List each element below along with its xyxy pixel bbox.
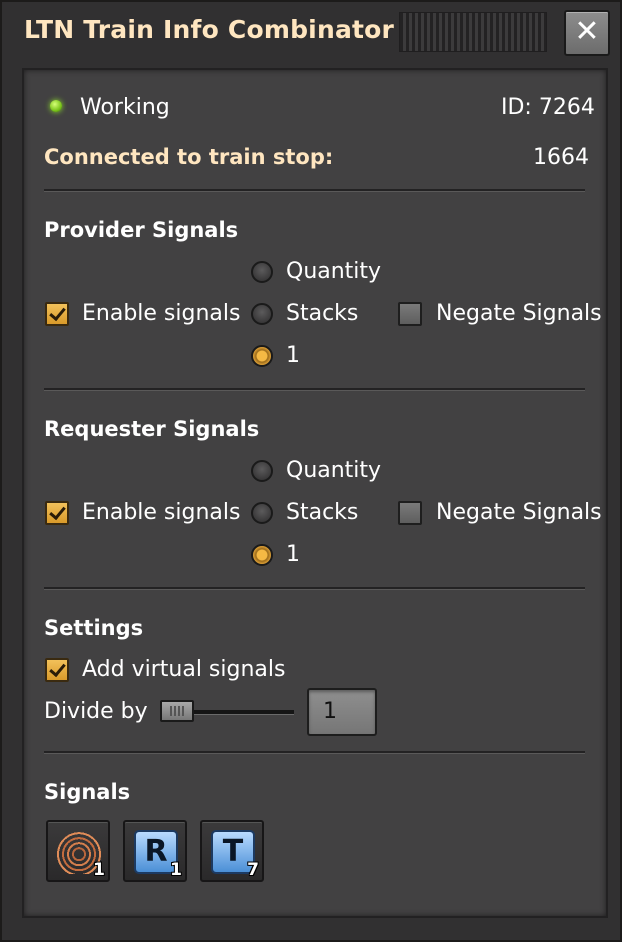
provider-negate-label: Negate Signals	[436, 301, 602, 326]
divider	[44, 388, 585, 391]
requester-enable-checkbox[interactable]	[45, 501, 69, 525]
requester-option-quantity: Quantity	[286, 458, 382, 483]
signal-slot[interactable]: R 1	[123, 820, 187, 882]
divide-by-value: 1	[323, 699, 337, 724]
window-title: LTN Train Info Combinator	[24, 15, 395, 44]
divide-by-input[interactable]: 1	[307, 688, 377, 736]
requester-radio-stacks[interactable]	[251, 502, 273, 524]
provider-radio-one[interactable]	[251, 345, 273, 367]
signal-count: 7	[247, 860, 259, 880]
signal-count: 1	[93, 860, 105, 880]
status-text: Working	[80, 95, 170, 120]
provider-enable-label: Enable signals	[82, 301, 241, 326]
provider-negate-checkbox[interactable]	[398, 302, 422, 326]
provider-radio-quantity[interactable]	[251, 261, 273, 283]
combinator-id: ID: 7264	[501, 95, 595, 120]
provider-heading: Provider Signals	[44, 218, 239, 242]
divide-slider-handle[interactable]	[160, 700, 194, 722]
provider-radio-stacks[interactable]	[251, 303, 273, 325]
requester-heading: Requester Signals	[44, 417, 260, 441]
signal-slot[interactable]: 1	[46, 820, 110, 882]
provider-option-quantity: Quantity	[286, 259, 382, 284]
virtual-signals-checkbox[interactable]	[45, 658, 69, 682]
requester-enable-label: Enable signals	[82, 500, 241, 525]
close-button[interactable]: ✕	[564, 10, 610, 56]
drag-handle[interactable]	[399, 12, 547, 52]
connected-stop-id: 1664	[533, 145, 589, 170]
divide-by-label: Divide by	[44, 699, 148, 724]
combinator-window: LTN Train Info Combinator ✕ Working ID: …	[0, 0, 622, 942]
provider-option-stacks: Stacks	[286, 301, 359, 326]
signal-slot[interactable]: T 7	[200, 820, 264, 882]
divider	[44, 189, 585, 192]
signals-heading: Signals	[44, 780, 131, 804]
connected-label: Connected to train stop:	[44, 145, 334, 169]
settings-heading: Settings	[44, 616, 144, 640]
virtual-signals-label: Add virtual signals	[82, 657, 286, 682]
requester-negate-checkbox[interactable]	[398, 501, 422, 525]
signal-count: 1	[170, 860, 182, 880]
requester-radio-one[interactable]	[251, 544, 273, 566]
divider	[44, 587, 585, 590]
requester-option-one: 1	[286, 542, 300, 567]
provider-enable-checkbox[interactable]	[45, 302, 69, 326]
provider-option-one: 1	[286, 343, 300, 368]
divider	[44, 751, 585, 754]
title-bar[interactable]: LTN Train Info Combinator ✕	[2, 2, 620, 66]
requester-negate-label: Negate Signals	[436, 500, 602, 525]
status-led-icon	[50, 100, 62, 112]
requester-option-stacks: Stacks	[286, 500, 359, 525]
requester-radio-quantity[interactable]	[251, 460, 273, 482]
